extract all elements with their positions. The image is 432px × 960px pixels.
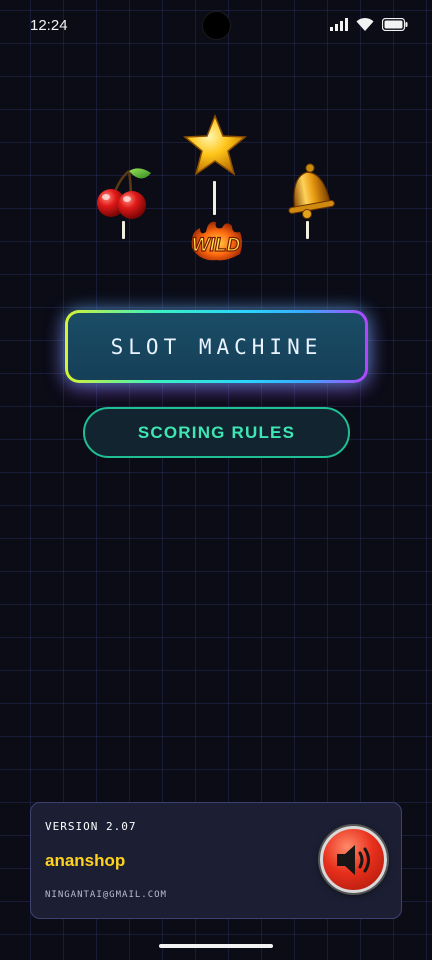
bell-icon <box>288 163 335 219</box>
version-label: VERSION 2.07 <box>45 820 137 833</box>
battery-icon <box>382 17 408 31</box>
cherry-icon <box>97 168 151 219</box>
star-stick <box>213 181 216 215</box>
wifi-icon <box>356 17 374 31</box>
wild-text: WILD <box>192 235 241 256</box>
sound-toggle-button[interactable] <box>320 826 387 893</box>
scoring-rules-button[interactable]: SCORING RULES <box>83 407 350 458</box>
developer-name: ananshop <box>45 851 126 870</box>
wild-icon: WILD <box>191 221 242 261</box>
bell-stick <box>306 221 309 239</box>
slot-machine-label: SLOT MACHINE <box>68 313 365 380</box>
status-icons <box>330 17 408 31</box>
status-time: 12:24 <box>30 17 68 34</box>
contact-email: NINGANTAI@GMAIL.COM <box>45 890 167 900</box>
speaker-icon <box>336 844 370 875</box>
signal-icon <box>330 17 348 31</box>
home-indicator[interactable] <box>159 944 273 948</box>
camera-cutout <box>202 11 231 40</box>
status-bar: 12:24 <box>0 0 432 54</box>
slot-machine-button[interactable]: SLOT MACHINE <box>65 310 368 383</box>
footer-card: VERSION 2.07 ananshop NINGANTAI@GMAIL.CO… <box>30 802 402 919</box>
cherry-stick <box>122 221 125 239</box>
star-icon <box>183 114 247 176</box>
